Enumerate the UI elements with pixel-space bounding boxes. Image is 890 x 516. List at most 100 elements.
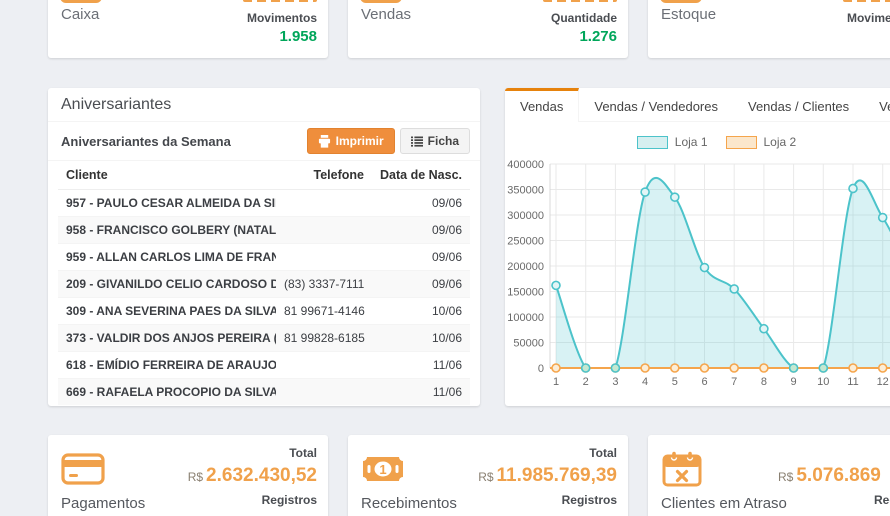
card-title: Pagamentos: [61, 495, 145, 512]
telefone-cell: [276, 244, 372, 271]
telefone-cell: 81 99671-4146: [276, 298, 372, 325]
birthdays-table: Cliente Telefone Data de Nasc. 957 - PAU…: [58, 161, 470, 405]
total-label: Total: [478, 445, 617, 462]
sales-area-chart[interactable]: 0500001000001500002000002500003000003500…: [505, 150, 890, 402]
metric-value: 1.958: [279, 28, 317, 45]
total-value: R$2.632.430,52: [188, 464, 317, 489]
metric-value: 1.276: [579, 28, 617, 45]
svg-text:150000: 150000: [507, 287, 544, 299]
svg-text:8: 8: [761, 376, 767, 388]
sales-tabs: Vendas Vendas / Vendedores Vendas / Clie…: [505, 88, 890, 122]
vendas-total-cut: [543, 0, 617, 2]
svg-text:9: 9: [791, 376, 797, 388]
data-nasc-cell: 11/06: [372, 379, 470, 406]
data-nasc-cell: 09/06: [372, 244, 470, 271]
card-title: Clientes em Atraso: [661, 495, 787, 512]
telefone-cell: [276, 352, 372, 379]
cliente-cell: 957 - PAULO CESAR ALMEIDA DA SILVA: [58, 190, 276, 217]
legend-item[interactable]: Loja 2: [726, 135, 797, 149]
legend-label: Loja 2: [764, 135, 797, 149]
printer-icon: [318, 135, 331, 148]
svg-text:1: 1: [553, 376, 559, 388]
sales-tab[interactable]: Vendas / Vendedores: [579, 88, 733, 121]
currency-prefix: R$: [778, 470, 793, 484]
summary-card-caixa: Caixa Movimentos 1.958: [48, 0, 328, 58]
card-title: Estoque: [661, 6, 716, 23]
metric-label: Quantidade: [551, 11, 617, 25]
legend-swatch: [637, 136, 668, 149]
sales-tab[interactable]: Vendas / Produtos: [864, 88, 890, 121]
estoque-total-cut: [843, 0, 890, 2]
sales-tab[interactable]: Vendas / Clientes: [733, 88, 864, 121]
birthdays-toolbar: Aniversariantes da Semana Imprimir: [48, 122, 480, 161]
legend-item[interactable]: Loja 1: [637, 135, 708, 149]
svg-text:11: 11: [847, 376, 858, 388]
card-stats: Total R$2.632.430,52 Registros: [188, 445, 317, 509]
svg-text:400000: 400000: [507, 159, 544, 171]
credit-card-icon: [61, 450, 105, 493]
dashboard: Caixa Movimentos 1.958 Vendas Quantidade…: [0, 0, 890, 516]
telefone-cell: 81 99828-6185: [276, 325, 372, 352]
telefone-cell: [276, 217, 372, 244]
table-row: 618 - EMÍDIO FERREIRA DE ARAUJO (P... 11…: [58, 352, 470, 379]
svg-text:4: 4: [642, 376, 648, 388]
svg-text:200000: 200000: [507, 261, 544, 273]
ficha-button[interactable]: Ficha: [400, 128, 470, 154]
svg-text:6: 6: [701, 376, 707, 388]
table-row: 209 - GIVANILDO CELIO CARDOSO DE ... (83…: [58, 271, 470, 298]
sales-tab[interactable]: Vendas: [505, 88, 579, 122]
calendar-x-icon: [661, 450, 703, 493]
telefone-cell: (83) 3337-7111: [276, 271, 372, 298]
table-row: 958 - FRANCISCO GOLBERY (NATAL - RN) 09/…: [58, 217, 470, 244]
svg-text:350000: 350000: [507, 185, 544, 197]
table-row: 959 - ALLAN CARLOS LIMA DE FRANÇA 09/06: [58, 244, 470, 271]
money-bill-icon: 1: [361, 450, 405, 493]
summary-card-vendas: Vendas Quantidade 1.276: [348, 0, 628, 58]
registros-label: Registros: [778, 492, 890, 509]
registros-label: Registros: [188, 492, 317, 509]
total-value: R$5.076.869: [778, 464, 890, 489]
data-nasc-cell: 09/06: [372, 271, 470, 298]
svg-text:2: 2: [583, 376, 589, 388]
cliente-cell: 373 - VALDIR DOS ANJOS PEREIRA (AN...: [58, 325, 276, 352]
card-stats: Total R$5.076.869 Registros: [778, 445, 890, 509]
caixa-total-cut: [243, 0, 317, 2]
svg-text:300000: 300000: [507, 210, 544, 222]
svg-text:10: 10: [817, 376, 829, 388]
list-icon: [411, 136, 423, 147]
svg-text:50000: 50000: [513, 338, 544, 350]
cliente-cell: 959 - ALLAN CARLOS LIMA DE FRANÇA: [58, 244, 276, 271]
ficha-button-label: Ficha: [428, 134, 459, 148]
caixa-icon: [60, 0, 102, 3]
birthdays-card: Aniversariantes Aniversariantes da Seman…: [48, 88, 480, 406]
svg-text:7: 7: [731, 376, 737, 388]
column-header-telefone: Telefone: [276, 161, 372, 190]
table-row: 309 - ANA SEVERINA PAES DA SILVA 81 9967…: [58, 298, 470, 325]
data-nasc-cell: 10/06: [372, 298, 470, 325]
birthdays-subtitle: Aniversariantes da Semana: [58, 134, 231, 149]
telefone-cell: [276, 379, 372, 406]
data-nasc-cell: 09/06: [372, 217, 470, 244]
card-stats: Total R$11.985.769,39 Registros: [478, 445, 617, 509]
registros-label: Registros: [478, 492, 617, 509]
telefone-cell: [276, 190, 372, 217]
summary-card-estoque: Estoque Movimentos: [648, 0, 890, 58]
currency-prefix: R$: [478, 470, 493, 484]
print-button-label: Imprimir: [336, 134, 384, 148]
cliente-cell: 958 - FRANCISCO GOLBERY (NATAL - RN): [58, 217, 276, 244]
data-nasc-cell: 10/06: [372, 325, 470, 352]
table-row: 373 - VALDIR DOS ANJOS PEREIRA (AN... 81…: [58, 325, 470, 352]
card-title: Vendas: [361, 6, 411, 23]
card-title: Caixa: [61, 6, 99, 23]
cliente-cell: 209 - GIVANILDO CELIO CARDOSO DE ...: [58, 271, 276, 298]
metric-label: Movimentos: [247, 11, 317, 25]
cliente-cell: 618 - EMÍDIO FERREIRA DE ARAUJO (P...: [58, 352, 276, 379]
legend-label: Loja 1: [675, 135, 708, 149]
chart-legend: Loja 1 Loja 2: [505, 135, 890, 149]
print-button[interactable]: Imprimir: [307, 128, 395, 154]
data-nasc-cell: 09/06: [372, 190, 470, 217]
card-title: Recebimentos: [361, 495, 457, 512]
data-nasc-cell: 11/06: [372, 352, 470, 379]
table-header-row: Cliente Telefone Data de Nasc.: [58, 161, 470, 190]
recebimentos-card: 1 Recebimentos Total R$11.985.769,39 Reg…: [348, 435, 628, 516]
